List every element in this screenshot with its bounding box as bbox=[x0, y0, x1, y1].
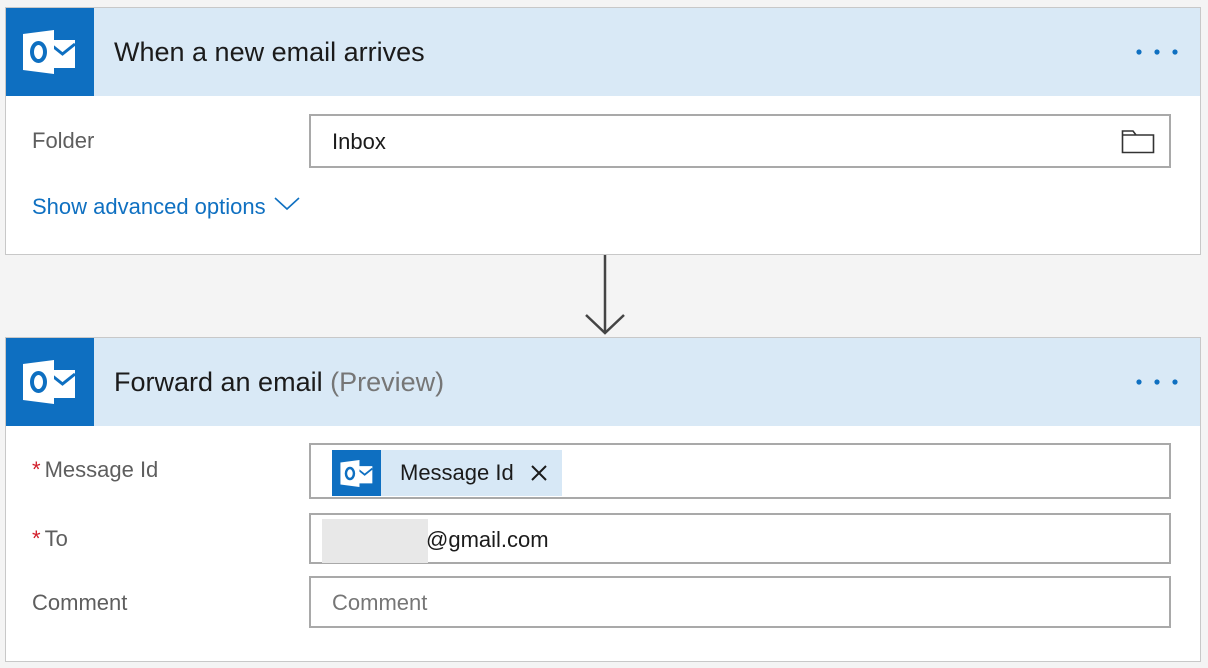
outlook-icon bbox=[340, 460, 373, 487]
comment-field[interactable]: Comment bbox=[309, 576, 1171, 628]
action-more-button[interactable] bbox=[1134, 368, 1180, 396]
action-title-suffix: (Preview) bbox=[330, 367, 445, 397]
outlook-icon bbox=[23, 30, 76, 74]
to-value: @gmail.com bbox=[426, 527, 549, 552]
message-id-token[interactable]: Message Id bbox=[332, 450, 562, 496]
chevron-down-icon bbox=[274, 197, 300, 211]
action-title: Forward an email (Preview) bbox=[114, 338, 444, 426]
to-field[interactable]: @gmail.com bbox=[309, 513, 1171, 564]
token-app-tile bbox=[332, 450, 381, 496]
more-options-icon bbox=[1136, 49, 1178, 55]
required-mark: * bbox=[32, 457, 41, 482]
close-icon[interactable] bbox=[531, 465, 547, 481]
folder-icon[interactable] bbox=[1121, 128, 1155, 154]
action-card: Forward an email (Preview) * Message Id M… bbox=[5, 337, 1201, 662]
trigger-app-tile bbox=[6, 8, 94, 96]
folder-value: Inbox bbox=[332, 129, 386, 154]
message-id-label-text: Message Id bbox=[44, 457, 159, 482]
comment-label: Comment bbox=[32, 590, 128, 615]
trigger-card: When a new email arrives Folder Inbox Sh… bbox=[5, 7, 1201, 255]
comment-placeholder: Comment bbox=[332, 590, 428, 615]
trigger-more-button[interactable] bbox=[1134, 38, 1180, 66]
token-label: Message Id bbox=[400, 460, 514, 485]
required-mark: * bbox=[32, 526, 41, 551]
folder-label: Folder bbox=[32, 128, 95, 153]
trigger-card-header[interactable]: When a new email arrives bbox=[6, 8, 1200, 96]
action-title-text: Forward an email bbox=[114, 367, 323, 397]
trigger-title: When a new email arrives bbox=[114, 37, 425, 67]
folder-field[interactable]: Inbox bbox=[309, 114, 1171, 168]
to-label: * To bbox=[32, 526, 68, 552]
message-id-label: * Message Id bbox=[32, 457, 158, 483]
show-advanced-options-label: Show advanced options bbox=[32, 194, 266, 219]
action-card-header[interactable]: Forward an email (Preview) bbox=[6, 338, 1200, 426]
outlook-icon bbox=[23, 360, 76, 404]
to-label-text: To bbox=[44, 526, 68, 551]
more-options-icon bbox=[1136, 379, 1178, 385]
redacted-block bbox=[322, 519, 428, 563]
action-app-tile bbox=[6, 338, 94, 426]
arrow-down-icon bbox=[585, 255, 625, 335]
show-advanced-options-link[interactable]: Show advanced options bbox=[32, 194, 300, 220]
message-id-field[interactable]: Message Id bbox=[309, 443, 1171, 499]
